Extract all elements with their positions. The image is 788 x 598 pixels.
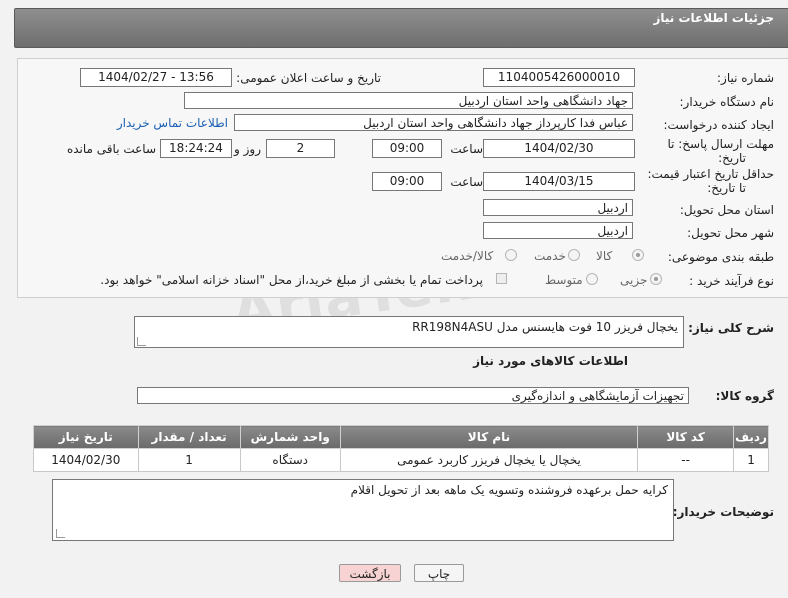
days-remaining-field: 2: [266, 139, 335, 158]
col-row-header: ردیف: [733, 425, 769, 449]
city-label: شهر محل تحویل:: [687, 226, 774, 240]
cell-code: --: [637, 448, 735, 472]
deadline-time-label: ساعت: [450, 142, 483, 156]
cell-date: 1404/02/30: [33, 448, 139, 472]
print-button[interactable]: چاپ: [414, 564, 464, 582]
process-radio-medium[interactable]: [586, 273, 598, 285]
treasury-payment-note: پرداخت تمام یا بخشی از مبلغ خرید،از محل …: [100, 273, 483, 287]
validity-label: حداقل تاریخ اعتبار قیمت:: [647, 167, 774, 181]
col-code-header: کد کالا: [637, 425, 735, 449]
deadline-time-field: 09:00: [372, 139, 442, 158]
cell-row: 1: [733, 448, 769, 472]
cell-name: یخچال یا یخچال فریزر کاربرد عمومی: [339, 448, 639, 472]
table-row[interactable]: 1 -- یخچال یا یخچال فریزر کاربرد عمومی د…: [33, 448, 769, 472]
cell-quantity: 1: [137, 448, 241, 472]
treasury-payment-checkbox[interactable]: [496, 273, 507, 284]
col-date-header: تاریخ نیاز: [33, 425, 139, 449]
back-button[interactable]: بازگشت: [339, 564, 401, 582]
items-table-wrapper: ردیف کد کالا نام کالا واحد شمارش تعداد /…: [33, 425, 769, 472]
description-label: شرح کلی نیاز:: [688, 321, 774, 335]
buyer-org-label: نام دستگاه خریدار:: [679, 95, 775, 109]
category-radio-service[interactable]: [568, 249, 580, 261]
category-option-goods: کالا: [596, 249, 613, 263]
category-label: طبقه بندی موضوعی:: [667, 250, 774, 264]
buyer-notes-text: کرایه حمل برعهده فروشنده وتسویه یک ماهه …: [350, 483, 668, 497]
items-table: ردیف کد کالا نام کالا واحد شمارش تعداد /…: [33, 425, 769, 472]
cell-unit: دستگاه: [239, 448, 341, 472]
category-option-goods-service: کالا/خدمت: [441, 249, 494, 263]
remaining-time-label: ساعت باقی مانده: [66, 142, 156, 156]
description-text: یخچال فریزر 10 فوت هایسنس مدل RR198N4ASU: [412, 320, 678, 334]
page-title: جزئیات اطلاعات نیاز: [653, 11, 774, 25]
col-name-header: نام کالا: [339, 425, 639, 449]
goods-info-title: اطلاعات کالاهای مورد نیاز: [473, 354, 628, 368]
validity-time-label: ساعت: [450, 175, 483, 189]
resize-handle-icon[interactable]: [137, 337, 146, 346]
remaining-time-field: 18:24:24: [160, 139, 232, 158]
buyer-notes-label: توضیحات خریدار:: [672, 505, 774, 519]
announce-datetime-label: تاریخ و ساعت اعلان عمومی:: [236, 71, 381, 85]
need-number-label: شماره نیاز:: [717, 71, 774, 85]
category-radio-goods[interactable]: [632, 249, 644, 261]
need-number-field: 1104005426000010: [483, 68, 635, 87]
city-field: اردبیل: [483, 222, 633, 239]
goods-group-label: گروه کالا:: [715, 389, 774, 403]
table-header-row: ردیف کد کالا نام کالا واحد شمارش تعداد /…: [33, 425, 769, 449]
deadline-date-label: تاریخ:: [718, 151, 746, 165]
announce-datetime-field: 1404/02/27 - 13:56: [80, 68, 232, 87]
goods-group-field: تجهیزات آزمایشگاهی و اندازه‌گیری: [137, 387, 689, 404]
category-option-service: خدمت: [534, 249, 566, 263]
validity-date-label: تا تاریخ:: [707, 181, 746, 195]
days-label: روز و: [234, 142, 261, 156]
category-radio-goods-service[interactable]: [505, 249, 517, 261]
col-unit-header: واحد شمارش: [239, 425, 341, 449]
buyer-org-field: جهاد دانشگاهی واحد استان اردبیل: [184, 92, 633, 109]
buyer-contact-link[interactable]: اطلاعات تماس خریدار: [117, 116, 228, 130]
col-quantity-header: تعداد / مقدار: [137, 425, 241, 449]
description-textarea: یخچال فریزر 10 فوت هایسنس مدل RR198N4ASU: [134, 316, 684, 348]
process-option-minor: جزیی: [620, 273, 648, 287]
deadline-date-field: 1404/02/30: [483, 139, 635, 158]
province-field: اردبیل: [483, 199, 633, 216]
province-label: استان محل تحویل:: [679, 203, 774, 217]
validity-time-field: 09:00: [372, 172, 442, 191]
creator-field: عباس فدا کارپرداز جهاد دانشگاهی واحد است…: [234, 114, 633, 131]
process-type-label: نوع فرآیند خرید :: [689, 274, 774, 288]
process-radio-minor[interactable]: [650, 273, 662, 285]
process-option-medium: متوسط: [545, 273, 583, 287]
resize-handle-icon[interactable]: [56, 529, 65, 538]
deadline-label: مهلت ارسال پاسخ: تا: [667, 137, 774, 151]
validity-date-field: 1404/03/15: [483, 172, 635, 191]
buyer-notes-textarea: کرایه حمل برعهده فروشنده وتسویه یک ماهه …: [52, 479, 674, 541]
creator-label: ایجاد کننده درخواست:: [663, 118, 774, 132]
